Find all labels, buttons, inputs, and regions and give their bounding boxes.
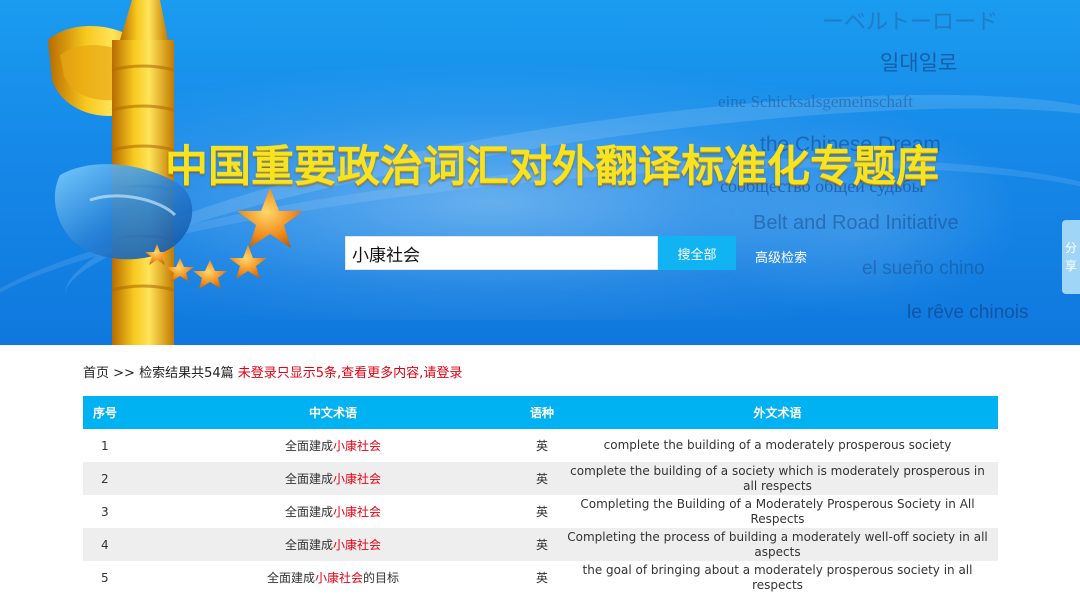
language: 英 [535,505,548,519]
chinese-term[interactable]: 全面建成小康社会的目标 [139,569,527,586]
table-row[interactable]: 5 全面建成小康社会的目标 英 the goal of bringing abo… [83,561,998,594]
table-header: 序号 中文术语 语种 外文术语 [83,396,998,429]
chinese-term[interactable]: 全面建成小康社会 [139,470,527,487]
chinese-term[interactable]: 全面建成小康社会 [139,437,527,454]
language: 英 [535,571,548,585]
breadcrumb-separator: >> [113,366,135,381]
search-all-button[interactable]: 搜全部 [658,236,736,270]
breadcrumb: 首页 >> 检索结果共54篇 未登录只显示5条,查看更多内容,请登录 [83,362,462,381]
chinese-term[interactable]: 全面建成小康社会 [139,536,527,553]
row-number: 3 [101,504,109,519]
row-number: 1 [101,438,109,453]
advanced-search-link[interactable]: 高级检索 [755,247,807,266]
search-input[interactable]: 小康社会 [345,236,658,270]
header-chinese-term: 中文术语 [308,406,357,420]
row-number: 5 [101,570,109,585]
table-row[interactable]: 1 全面建成小康社会 英 complete the building of a … [83,429,998,462]
banner-phrase: el sueño chino [862,258,985,279]
banner-phrase: 일대일로 [880,52,958,75]
table-row[interactable]: 2 全面建成小康社会 英 complete the building of a … [83,462,998,495]
header-no: 序号 [93,406,118,420]
login-notice-link[interactable]: 未登录只显示5条,查看更多内容,请登录 [238,366,463,381]
banner-phrase: ーベルトーロード [822,9,999,34]
foreign-term[interactable]: the goal of bringing about a moderately … [557,563,998,593]
banner-phrase: le rêve chinois [907,302,1029,323]
foreign-term[interactable]: Completing the process of building a mod… [557,530,998,560]
language: 英 [535,472,548,486]
table-row[interactable]: 4 全面建成小康社会 英 Completing the process of b… [83,528,998,561]
foreign-term[interactable]: Completing the Building of a Moderately … [557,497,998,527]
language: 英 [535,538,548,552]
breadcrumb-home-link[interactable]: 首页 [83,366,109,381]
table-row[interactable]: 3 全面建成小康社会 英 Completing the Building of … [83,495,998,528]
row-number: 4 [101,537,109,552]
foreign-term[interactable]: complete the building of a society which… [557,464,998,494]
banner-phrase: Belt and Road Initiative [753,212,959,234]
site-title: 中国重要政治词汇对外翻译标准化专题库 [165,142,939,192]
chinese-term[interactable]: 全面建成小康社会 [139,503,527,520]
header-foreign-term: 外文术语 [753,406,802,420]
header-banner: ーベルトーロード 일대일로 eine Schicksalsgemeinschaf… [0,0,1080,345]
row-number: 2 [101,471,109,486]
banner-phrase: eine Schicksalsgemeinschaft [718,92,913,111]
result-count-text: 检索结果共54篇 [139,366,234,381]
share-tab[interactable]: 分享 [1062,220,1080,294]
header-language: 语种 [529,406,554,420]
language: 英 [535,439,548,453]
foreign-term[interactable]: complete the building of a moderately pr… [557,438,998,453]
results-table: 序号 中文术语 语种 外文术语 1 全面建成小康社会 英 complete th… [83,396,998,594]
